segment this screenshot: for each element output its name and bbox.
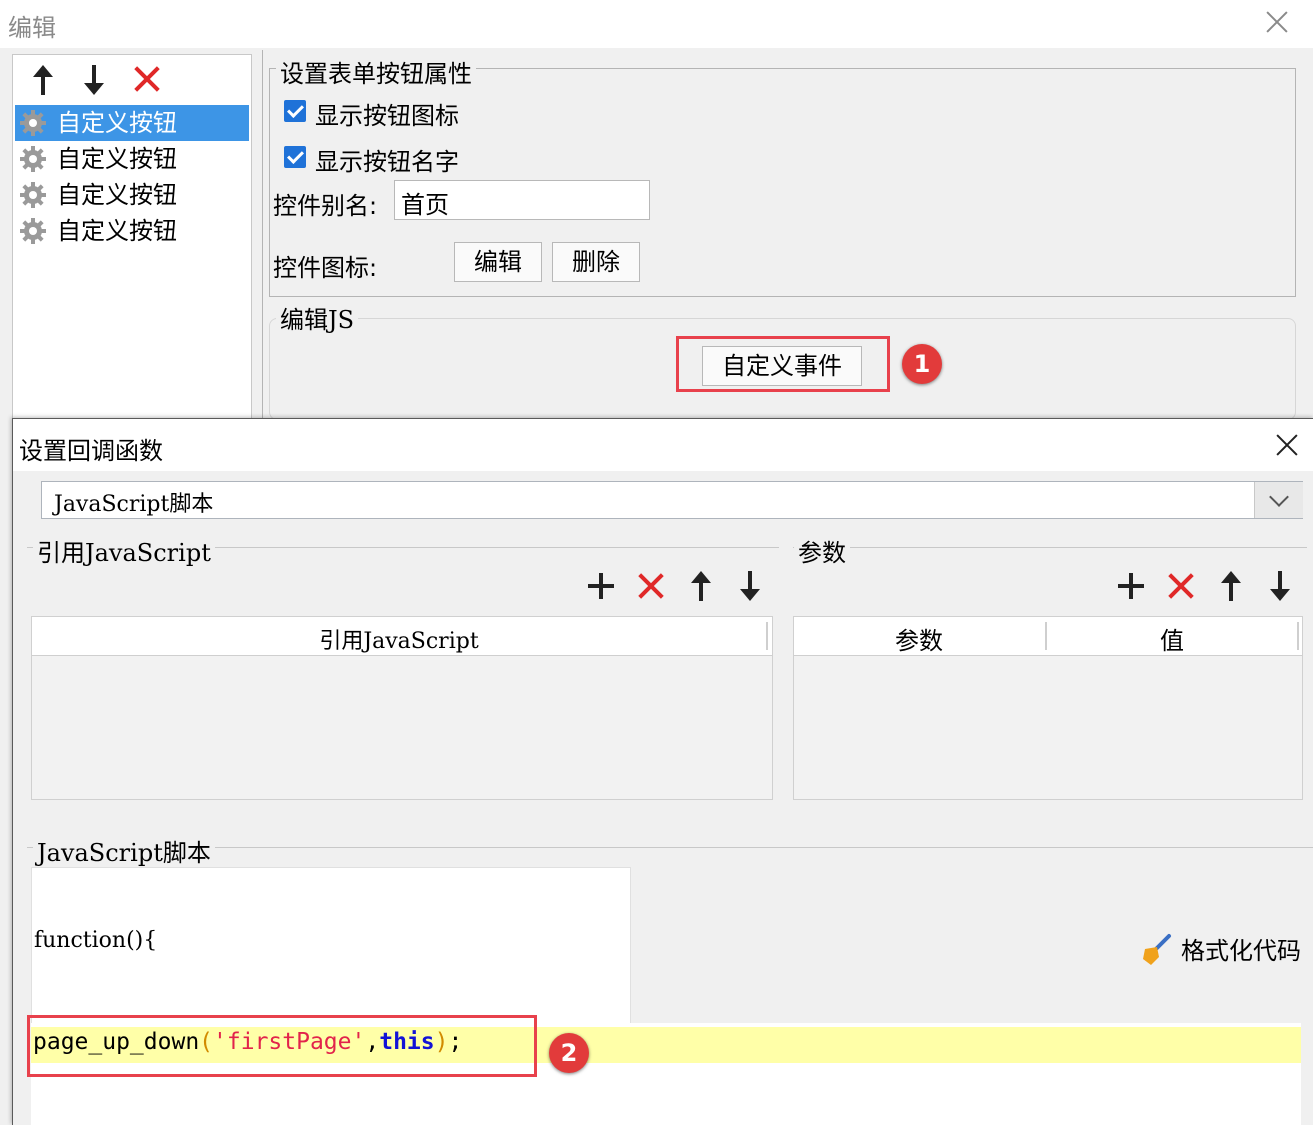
show-icon-label: 显示按钮图标 [315,102,459,130]
column-separator [1297,622,1299,650]
move-up-icon[interactable] [30,65,56,95]
callback-dialog-close-icon[interactable] [1273,431,1301,459]
annotation-badge-2: 2 [549,1033,589,1073]
list-item-label: 自定义按钮 [57,217,177,245]
icon-label: 控件图标: [273,254,378,282]
annotation-box-2 [27,1015,537,1077]
list-item-custom-button-4[interactable]: 自定义按钮 [15,213,249,249]
params-table: 参数 值 [793,616,1303,800]
alias-input-value: 首页 [401,191,449,219]
params-add-icon[interactable] [1118,573,1144,599]
list-item-custom-button-3[interactable]: 自定义按钮 [15,177,249,213]
annotation-box-1 [676,336,890,392]
param-value-column-header[interactable]: 值 [1047,621,1297,656]
alias-input[interactable]: 首页 [394,180,650,220]
script-type-selected: JavaScript脚本 [54,492,214,517]
callback-dialog: 设置回调函数 JavaScript脚本 引用JavaScript 引用JavaS… [12,418,1313,1125]
ref-js-column-header[interactable]: 引用JavaScript [32,623,766,655]
gear-icon [20,146,46,172]
list-item-custom-button-1[interactable]: 自定义按钮 [15,105,249,141]
ref-js-add-icon[interactable] [588,573,614,599]
params-group-title: 参数 [794,533,850,568]
callback-dialog-title: 设置回调函数 [19,437,163,465]
list-item-label: 自定义按钮 [57,109,177,137]
gear-icon [20,182,46,208]
outer-window-title: 编辑 [8,14,56,42]
alias-label: 控件别名: [273,192,378,220]
params-table-header: 参数 值 [794,617,1302,656]
script-group-line [27,847,1313,848]
delete-icon-button[interactable]: 删除 [552,242,640,282]
ref-js-table-header: 引用JavaScript [32,617,772,656]
function-header-editor[interactable]: function(){ [31,867,631,1025]
show-name-checkbox[interactable] [284,146,306,168]
show-name-label: 显示按钮名字 [315,148,459,176]
edit-icon-button[interactable]: 编辑 [454,242,542,282]
params-move-up-icon[interactable] [1218,571,1244,601]
move-down-icon[interactable] [81,65,107,95]
show-icon-checkbox[interactable] [284,100,306,122]
ref-js-table: 引用JavaScript [31,616,773,800]
edit-js-group-title: 编辑JS [276,300,359,335]
ref-js-move-down-icon[interactable] [737,571,763,601]
script-type-select[interactable]: JavaScript脚本 [41,481,1303,519]
outer-window-titlebar: 编辑 [0,0,1313,48]
script-group-title: JavaScript脚本 [33,833,215,868]
list-item-label: 自定义按钮 [57,145,177,173]
params-delete-icon[interactable] [1167,572,1195,600]
list-item-label: 自定义按钮 [57,181,177,209]
ref-js-group-title: 引用JavaScript [33,533,215,568]
panel-divider [262,50,263,420]
ref-js-delete-icon[interactable] [637,572,665,600]
script-type-dropdown-button[interactable] [1254,482,1303,518]
ref-js-move-up-icon[interactable] [688,571,714,601]
params-move-down-icon[interactable] [1267,571,1293,601]
params-group-line [793,547,1307,548]
annotation-badge-1: 1 [902,344,942,384]
column-separator [766,622,768,650]
callback-dialog-titlebar: 设置回调函数 [13,419,1313,471]
function-header-text: function(){ [34,928,158,953]
button-properties-group-title: 设置表单按钮属性 [276,54,476,89]
format-code-label: 格式化代码 [1181,937,1301,965]
list-item-custom-button-2[interactable]: 自定义按钮 [15,141,249,177]
broom-icon [1143,934,1171,965]
button-list-panel: 自定义按钮 自定义按钮 自定义按钮 自定义按钮 [12,54,252,426]
chevron-down-icon [1269,487,1289,507]
format-code-button[interactable]: 格式化代码 [1139,929,1309,965]
gear-icon [20,110,46,136]
outer-close-icon[interactable] [1263,8,1291,36]
delete-item-icon[interactable] [133,65,161,93]
param-name-column-header[interactable]: 参数 [794,621,1044,656]
gear-icon [20,218,46,244]
